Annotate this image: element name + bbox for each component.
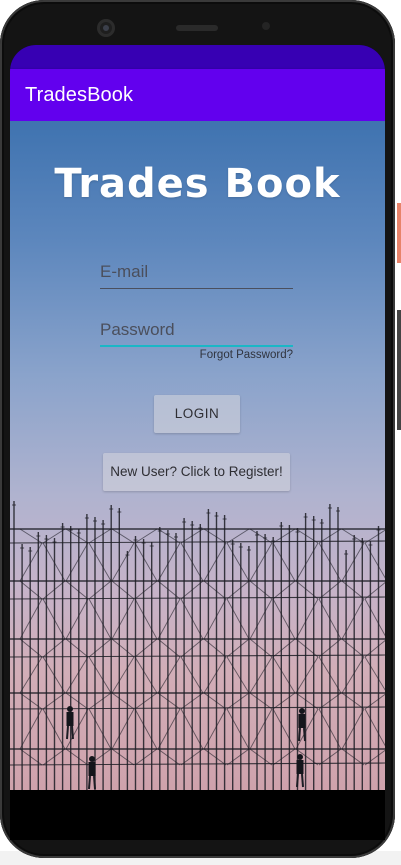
page-title: Trades Book xyxy=(54,161,341,207)
proximity-sensor xyxy=(262,22,270,30)
bottom-bezel xyxy=(10,790,385,840)
email-underline xyxy=(100,288,293,289)
side-tab-accent xyxy=(397,203,401,263)
device-screen: TradesBook Trades Book Forgot Password? … xyxy=(10,45,385,790)
email-field-container xyxy=(100,255,293,289)
speaker-icon xyxy=(176,25,218,31)
password-field-container xyxy=(100,313,293,347)
status-bar xyxy=(10,45,385,69)
phone-frame: TradesBook Trades Book Forgot Password? … xyxy=(0,0,395,858)
login-button[interactable]: LOGIN xyxy=(154,395,240,433)
password-field[interactable] xyxy=(100,313,293,347)
scaffolding-background-image xyxy=(10,501,385,790)
login-screen: Trades Book Forgot Password? LOGIN New U… xyxy=(10,121,385,790)
app-bar: TradesBook xyxy=(10,69,385,121)
side-tab-dark xyxy=(397,310,401,430)
email-field[interactable] xyxy=(100,255,293,289)
register-button[interactable]: New User? Click to Register! xyxy=(103,453,290,491)
camera-icon xyxy=(97,19,115,37)
forgot-password-link[interactable]: Forgot Password? xyxy=(160,349,293,361)
password-underline xyxy=(100,345,293,347)
app-bar-title: TradesBook xyxy=(25,83,134,106)
